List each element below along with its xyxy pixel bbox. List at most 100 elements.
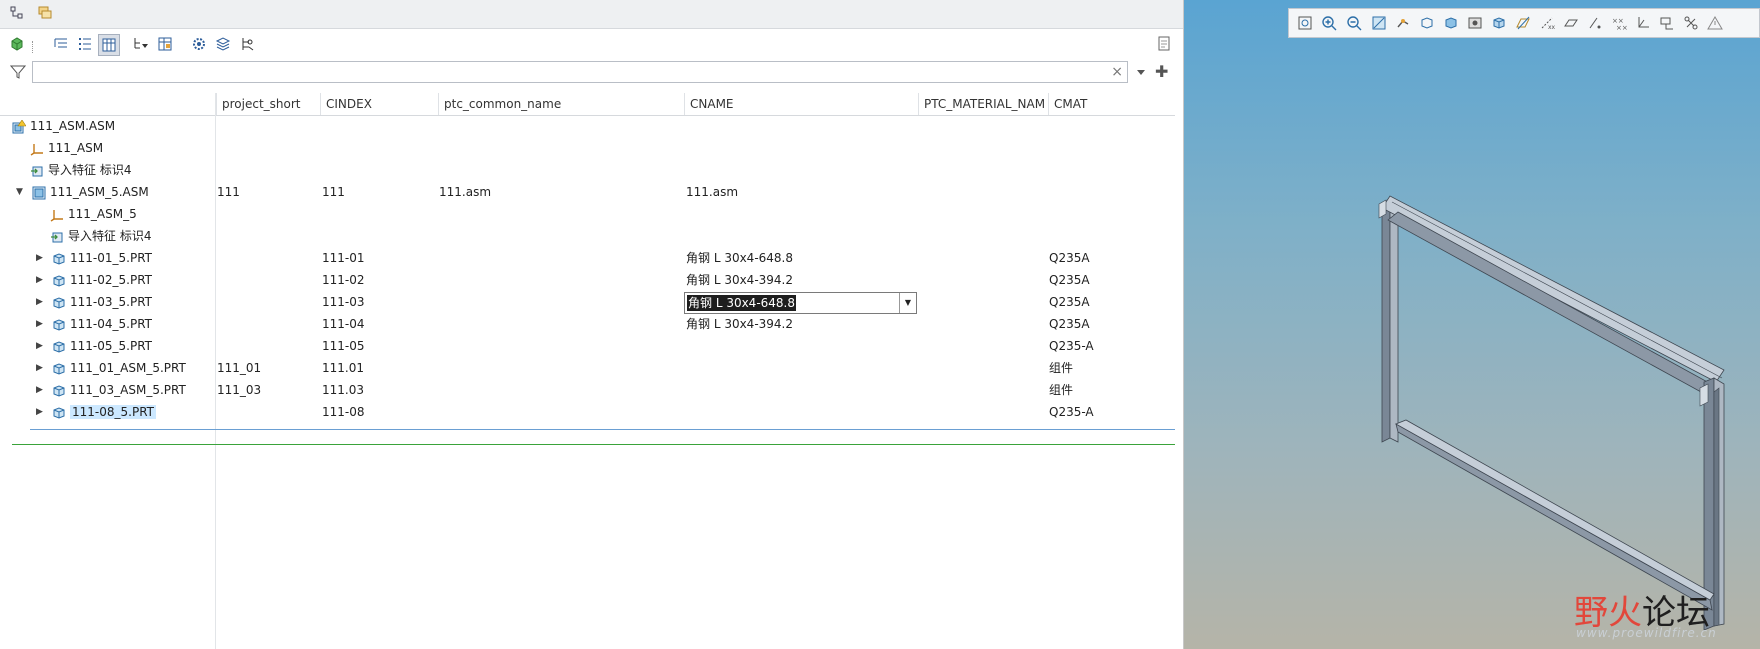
cell-cname: 角钢 L 30x4-648.8 [686,251,794,265]
expand-arrow-icon[interactable]: ▶ [36,313,43,335]
dropdown-arrow-icon[interactable]: ▼ [899,293,916,313]
cell-project-short: 111_03 [217,383,262,397]
tree-filter-input[interactable]: × [32,61,1128,83]
table-row[interactable]: ▶ 111-03_5.PRT 111-03 角钢 L 30x4-648.8 ▼ … [0,291,1175,314]
table-row[interactable]: 111_ASM_5 [0,203,1175,225]
cell-cindex: 111-05 [322,339,365,353]
3d-frame-model[interactable] [1184,0,1760,649]
model-tree-panel: × ✚ project_short CINDEX ptc_common_name… [0,0,1184,649]
cell-cname: 角钢 L 30x4-394.2 [686,273,794,287]
table-row[interactable]: ▶ 111-01_5.PRT 111-01 角钢 L 30x4-648.8 Q2… [0,247,1175,269]
cell-cindex: 111-08 [322,405,365,419]
table-row[interactable]: 111_ASM.ASM [0,115,1175,137]
column-settings-icon[interactable] [156,35,174,53]
insert-indicator-line [30,429,1175,430]
tree-item-label: 111-03_5.PRT [70,295,152,309]
table-row[interactable]: ▶ 111-04_5.PRT 111-04 角钢 L 30x4-394.2 Q2… [0,313,1175,335]
column-header-cmat[interactable]: CMAT [1048,93,1175,115]
cell-cmat: Q235-A [1049,339,1094,353]
columns-view-icon[interactable] [98,34,120,56]
expand-arrow-icon[interactable]: ▶ [36,401,43,423]
panel-tabs-bar [0,0,1183,29]
tree-item-label: 111_ASM.ASM [30,119,116,133]
import-feature-icon [30,163,44,177]
cell-project-short: 111 [217,185,240,199]
table-row[interactable]: 111_ASM [0,137,1175,159]
insert-here-line[interactable] [12,444,1175,445]
add-filter-icon[interactable]: ✚ [1155,62,1168,81]
page-setup-icon[interactable] [1155,35,1173,53]
tree-item-label: 111-01_5.PRT [70,251,152,265]
part-icon [52,251,66,265]
model-tree-tab-icon[interactable] [8,4,26,22]
expand-arrow-icon[interactable]: ▶ [36,357,43,379]
table-row[interactable]: ▼ 111_ASM_5.ASM 111 111 111.asm 111.asm [0,181,1175,203]
cell-cindex: 111-01 [322,251,365,265]
table-row[interactable]: 导入特征 标识4 [0,225,1175,247]
table-row[interactable]: ▶ 111-08_5.PRT 111-08 Q235-A [0,401,1175,423]
cell-cindex: 111-02 [322,273,365,287]
cell-cmat: Q235-A [1049,405,1094,419]
tree-item-label: 111_ASM [48,141,104,155]
column-header-project-short[interactable]: project_short [216,93,320,115]
part-icon [52,361,66,375]
tree-item-label: 111_01_ASM_5.PRT [70,361,186,375]
watermark-url: www.proewildfire.cn [1576,626,1717,640]
layers-tab-icon[interactable] [36,4,54,22]
green-cube-icon[interactable] [8,35,26,53]
part-icon [52,339,66,353]
tree-structure-icon[interactable] [238,35,256,53]
dropdown-selected-value[interactable]: 角钢 L 30x4-648.8 [687,295,797,311]
cell-cindex: 111.03 [322,383,364,397]
expand-arrow-icon[interactable]: ▶ [36,291,43,313]
table-row[interactable]: ▶ 111-05_5.PRT 111-05 Q235-A [0,335,1175,357]
tree-item-label: 导入特征 标识4 [48,163,132,177]
table-row[interactable]: ▶ 111_03_ASM_5.PRT 111_03 111.03 组件 [0,379,1175,401]
part-icon [52,295,66,309]
tree-item-label: 111_ASM_5.ASM [50,185,149,199]
tree-toolbar [0,29,1183,59]
collapse-arrow-icon[interactable]: ▼ [16,181,23,203]
cell-cmat: Q235A [1049,295,1090,309]
cell-cmat: Q235A [1049,317,1090,331]
cell-cname: 角钢 L 30x4-394.2 [686,317,794,331]
table-row[interactable]: ▶ 111-02_5.PRT 111-02 角钢 L 30x4-394.2 Q2… [0,269,1175,291]
cell-cindex: 111-04 [322,317,365,331]
settings-gear-icon[interactable] [190,35,208,53]
expand-arrow-icon[interactable]: ▶ [36,379,43,401]
expand-arrow-icon[interactable]: ▶ [36,247,43,269]
tree-collapse-icon[interactable] [76,35,94,53]
column-header-cname[interactable]: CNAME [684,93,918,115]
coordinate-system-icon [50,207,64,222]
column-header-cindex[interactable]: CINDEX [320,93,438,115]
cell-cmat: Q235A [1049,251,1090,265]
tree-item-label: 111-05_5.PRT [70,339,152,353]
tree-item-label: 111-02_5.PRT [70,273,152,287]
column-header-ptc-material-name[interactable]: PTC_MATERIAL_NAM [918,93,1048,115]
column-header-row: project_short CINDEX ptc_common_name CNA… [0,93,1175,116]
filter-dropdown-icon[interactable] [1136,66,1146,80]
cell-cindex: 111 [322,185,345,199]
tree-item-label: 111_03_ASM_5.PRT [70,383,186,397]
tree-filter-icon[interactable] [132,35,150,53]
expand-arrow-icon[interactable]: ▶ [36,269,43,291]
table-row[interactable]: 导入特征 标识4 [0,159,1175,181]
assembly-warning-icon [12,118,27,133]
cname-edit-dropdown[interactable]: 角钢 L 30x4-648.8 ▼ [684,292,917,314]
tree-expand-icon[interactable] [52,35,70,53]
part-icon [52,405,66,419]
cell-common-name: 111.asm [439,185,492,199]
import-feature-icon [50,229,64,243]
expand-arrow-icon[interactable]: ▶ [36,335,43,357]
part-icon [52,383,66,397]
part-icon [52,273,66,287]
table-row[interactable]: ▶ 111_01_ASM_5.PRT 111_01 111.01 组件 [0,357,1175,379]
column-header-ptc-common-name[interactable]: ptc_common_name [438,93,684,115]
clear-filter-icon[interactable]: × [1111,63,1123,81]
part-icon [52,317,66,331]
tree-item-label-selected: 111-08_5.PRT [70,405,156,419]
cell-cmat: 组件 [1049,383,1074,397]
layers-stack-icon[interactable] [214,35,232,53]
graphics-viewport[interactable]: xx ×× ×× 野火论坛 www.proewildfire.cn [1184,0,1760,649]
funnel-filter-icon[interactable] [9,64,27,83]
